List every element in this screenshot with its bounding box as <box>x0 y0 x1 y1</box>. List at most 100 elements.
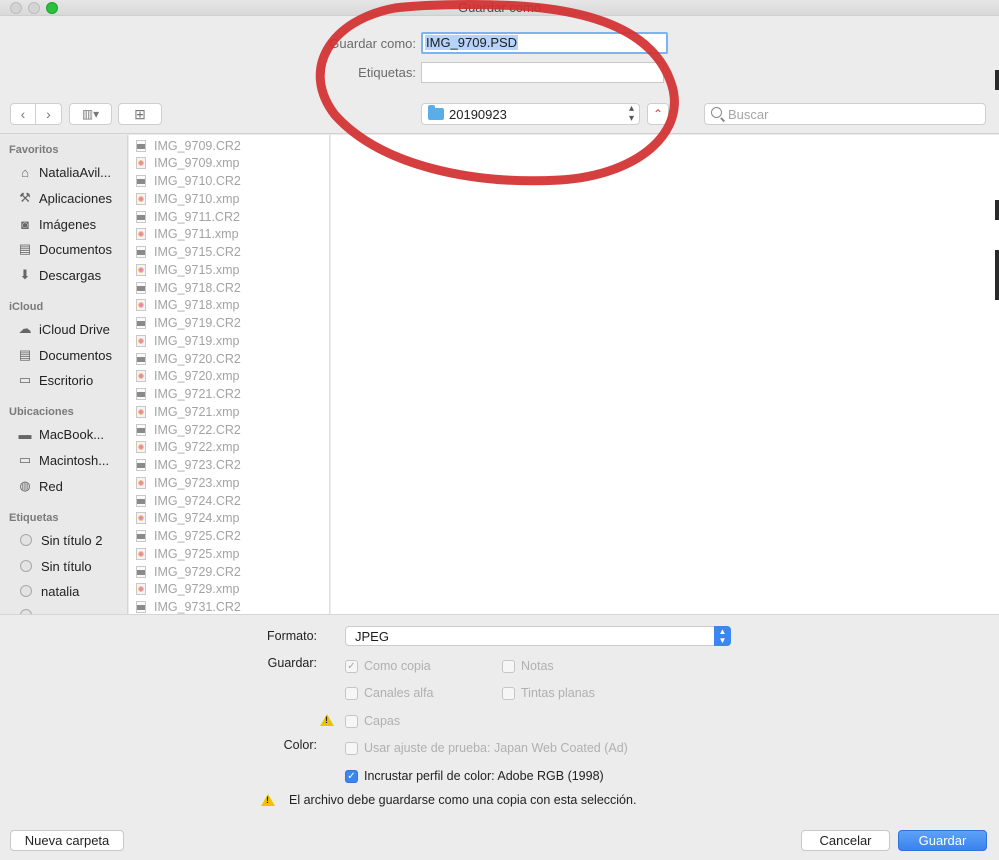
forward-button[interactable]: › <box>36 103 62 125</box>
file-row[interactable]: IMG_9721.CR2 <box>136 386 241 403</box>
file-row[interactable]: IMG_9722.xmp <box>136 439 239 456</box>
sidebar-tag-partial[interactable] <box>16 605 127 614</box>
file-name: IMG_9718.xmp <box>154 298 240 313</box>
checkbox-label: Notas <box>521 659 554 673</box>
file-row[interactable]: IMG_9719.xmp <box>136 332 239 349</box>
format-popup[interactable]: JPEG ▲ ▼ <box>345 626 731 646</box>
file-name: IMG_9722.CR2 <box>154 422 241 437</box>
file-row[interactable]: IMG_9723.xmp <box>136 474 239 491</box>
file-row[interactable]: IMG_9711.CR2 <box>136 208 240 225</box>
format-label: Formato: <box>266 629 317 643</box>
sidebar-item-applications[interactable]: ⚒ Aplicaciones <box>16 188 127 208</box>
sidebar-item-macintosh-hd[interactable]: ▭ Macintosh... <box>16 450 127 470</box>
file-row[interactable]: IMG_9709.xmp <box>136 155 239 172</box>
cloud-icon: ☁ <box>18 321 32 336</box>
sidebar-item-home[interactable]: ⌂ NataliaAvil... <box>16 162 127 182</box>
file-row[interactable]: IMG_9731.CR2 <box>136 599 241 614</box>
embed-profile-checkbox[interactable]: ✓ Incrustar perfil de color: Adobe RGB (1… <box>345 768 604 784</box>
notes-checkbox[interactable]: Notas <box>502 658 554 674</box>
sidebar-item-network[interactable]: ◍ Red <box>16 476 127 496</box>
sidebar-item-images[interactable]: ◙ Imágenes <box>16 214 127 234</box>
xmp-file-icon <box>136 476 146 489</box>
layers-checkbox[interactable]: Capas <box>345 713 400 729</box>
sidebar-tag-natalia[interactable]: natalia <box>16 581 127 601</box>
file-row[interactable]: IMG_9710.CR2 <box>136 173 241 190</box>
sidebar-tag-sin-titulo-2[interactable]: Sin título 2 <box>16 530 127 550</box>
spot-colors-checkbox[interactable]: Tintas planas <box>502 685 595 701</box>
raw-image-file-icon <box>136 317 146 329</box>
file-name: IMG_9719.xmp <box>154 333 240 348</box>
sidebar: Favoritos ⌂ NataliaAvil... ⚒ Aplicaciones … <box>0 135 128 614</box>
xmp-file-icon <box>136 370 146 383</box>
file-row[interactable]: IMG_9711.xmp <box>136 226 239 243</box>
raw-image-file-icon <box>136 494 146 507</box>
save-options-label: Guardar: <box>267 656 317 670</box>
sidebar-item-label: Imágenes <box>39 216 97 232</box>
file-row[interactable]: IMG_9729.xmp <box>136 581 239 598</box>
file-name-input[interactable]: IMG_9709.PSD <box>421 32 668 54</box>
tags-input[interactable] <box>421 62 664 83</box>
file-row[interactable]: IMG_9725.CR2 <box>136 528 241 545</box>
document-icon: ▤ <box>18 241 32 256</box>
file-row[interactable]: IMG_9718.CR2 <box>136 279 241 296</box>
save-button[interactable]: Guardar <box>898 830 987 851</box>
expand-button[interactable]: ⌃ <box>647 103 669 125</box>
checkbox-box <box>502 659 515 673</box>
desktop-icon: ▭ <box>18 372 32 387</box>
file-name: IMG_9709.xmp <box>154 156 240 171</box>
file-row[interactable]: IMG_9729.CR2 <box>136 563 241 580</box>
file-row[interactable]: IMG_9724.CR2 <box>136 492 241 509</box>
save-options: Formato: JPEG ▲ ▼ Guardar: ✓ Como copia No… <box>0 614 999 860</box>
sidebar-item-desktop[interactable]: ▭ Escritorio <box>16 370 127 390</box>
sidebar-item-documents[interactable]: ▤ Documentos <box>16 239 127 259</box>
sidebar-tag-sin-titulo[interactable]: Sin título <box>16 556 127 576</box>
file-row[interactable]: IMG_9710.xmp <box>136 190 239 207</box>
chevron-right-icon: › <box>46 106 51 122</box>
back-button[interactable]: ‹ <box>10 103 36 125</box>
search-field[interactable]: Buscar <box>704 103 986 125</box>
raw-image-file-icon <box>136 352 146 365</box>
cancel-button[interactable]: Cancelar <box>801 830 890 851</box>
new-folder-button[interactable]: Nueva carpeta <box>10 830 124 851</box>
file-row[interactable]: IMG_9723.CR2 <box>136 457 241 474</box>
checkmark-icon: ✓ <box>345 659 358 673</box>
sidebar-item-label: Documentos <box>39 241 112 257</box>
file-row[interactable]: IMG_9720.xmp <box>136 368 239 385</box>
file-row[interactable]: IMG_9725.xmp <box>136 545 239 562</box>
file-row[interactable]: IMG_9719.CR2 <box>136 315 241 332</box>
view-mode-button[interactable]: ▥▾ <box>69 103 112 125</box>
file-name: IMG_9718.CR2 <box>154 280 241 295</box>
sidebar-item-icloud-documents[interactable]: ▤ Documentos <box>16 345 127 365</box>
as-copy-checkbox[interactable]: ✓ Como copia <box>345 658 431 674</box>
sidebar-item-icloud-drive[interactable]: ☁ iCloud Drive <box>16 319 127 339</box>
file-row[interactable]: IMG_9709.CR2 <box>136 137 241 154</box>
warning-message: El archivo debe guardarse como una copia… <box>289 793 637 807</box>
file-row[interactable]: IMG_9718.xmp <box>136 297 239 314</box>
file-row[interactable]: IMG_9721.xmp <box>136 403 239 420</box>
file-row[interactable]: IMG_9715.xmp <box>136 261 239 278</box>
raw-image-file-icon <box>136 281 146 294</box>
title-bar: Guardar como <box>0 0 999 16</box>
raw-image-file-icon <box>136 423 146 436</box>
sidebar-item-label: natalia <box>41 583 80 599</box>
xmp-file-icon <box>136 583 146 596</box>
file-name: IMG_9731.CR2 <box>154 600 241 614</box>
file-row[interactable]: IMG_9724.xmp <box>136 510 239 527</box>
proof-setup-checkbox[interactable]: Usar ajuste de prueba: Japan Web Coated … <box>345 740 628 756</box>
file-row[interactable]: IMG_9722.CR2 <box>136 421 241 438</box>
file-row[interactable]: IMG_9715.CR2 <box>136 244 241 261</box>
sidebar-item-downloads[interactable]: ⬇ Descargas <box>16 265 127 285</box>
file-row[interactable]: IMG_9720.CR2 <box>136 350 241 367</box>
location-popup[interactable]: 20190923 ▴ ▾ <box>421 103 640 125</box>
checkbox-label: Canales alfa <box>364 686 434 700</box>
file-name: IMG_9723.CR2 <box>154 458 241 472</box>
new-folder-toolbar-button[interactable]: ⊞ <box>118 103 162 125</box>
xmp-file-icon <box>136 441 146 454</box>
format-value: JPEG <box>355 629 389 644</box>
sidebar-item-macbook[interactable]: ▬ MacBook... <box>16 424 127 444</box>
sidebar-item-label: Sin título <box>41 558 92 574</box>
sidebar-section-tags: Etiquetas <box>9 512 59 524</box>
alpha-channels-checkbox[interactable]: Canales alfa <box>345 685 434 701</box>
xmp-file-icon <box>136 405 146 418</box>
tag-dot-icon <box>20 534 32 546</box>
